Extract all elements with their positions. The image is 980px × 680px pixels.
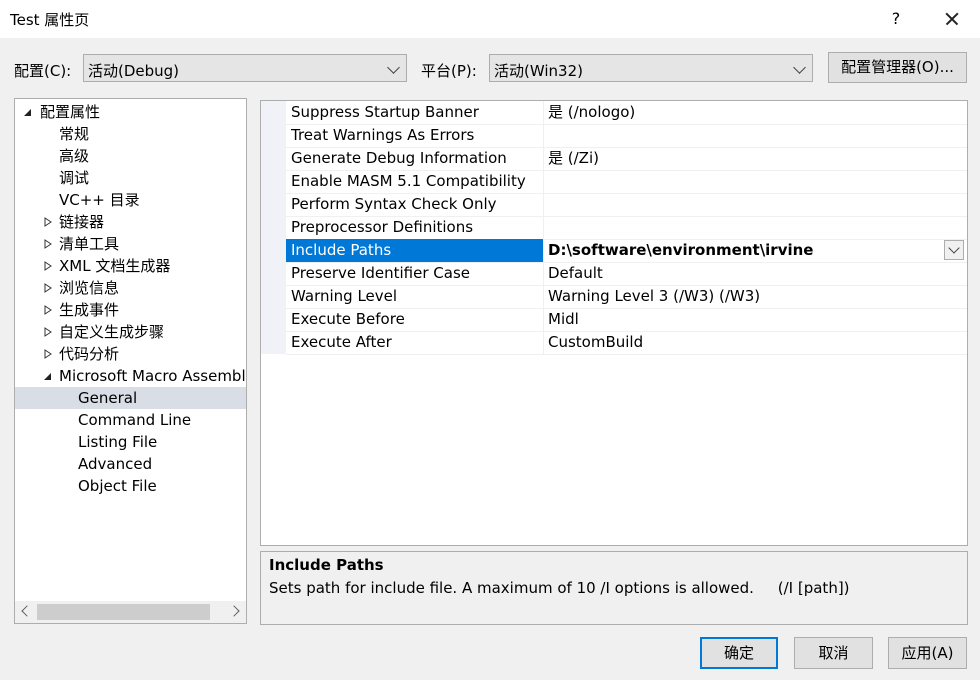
property-value[interactable]: 是 (/nologo) — [544, 101, 967, 124]
title-bar: Test 属性页 ? — [0, 0, 980, 38]
property-value[interactable]: 是 (/Zi) — [544, 147, 967, 170]
tree-item-advanced-cn[interactable]: 高级 — [59, 145, 89, 167]
property-row[interactable]: Suppress Startup Banner 是 (/nologo) — [286, 101, 967, 125]
description-panel: Include Paths Sets path for include file… — [260, 551, 968, 625]
property-name: Execute Before — [286, 308, 544, 331]
chevron-down-icon — [387, 61, 400, 74]
tree-item-label: 浏览信息 — [59, 279, 120, 297]
tree-item-vc-directories[interactable]: VC++ 目录 — [59, 189, 140, 211]
config-manager-button[interactable]: 配置管理器(O)... — [828, 52, 967, 83]
property-value[interactable]: CustomBuild — [544, 331, 967, 354]
property-name: Preprocessor Definitions — [286, 216, 544, 239]
config-label: 配置(C): — [14, 62, 72, 80]
tree-item-label: 生成事件 — [59, 301, 120, 319]
property-name: Enable MASM 5.1 Compatibility — [286, 170, 544, 193]
tree-item-label: General — [78, 389, 138, 407]
window-title: Test 属性页 — [10, 11, 90, 29]
property-row[interactable]: Execute After CustomBuild — [286, 331, 967, 355]
tree-item-xml-doc[interactable]: XML 文档生成器 — [15, 255, 246, 277]
property-name: Warning Level — [286, 285, 544, 308]
tree-item-masm[interactable]: Microsoft Macro Assembler — [15, 365, 246, 387]
description-text: Sets path for include file. A maximum of… — [269, 579, 850, 597]
property-row[interactable]: Enable MASM 5.1 Compatibility — [286, 170, 967, 194]
tree-item-browse-info[interactable]: 浏览信息 — [15, 277, 246, 299]
expanded-arrow-icon — [24, 109, 31, 116]
ok-button[interactable]: 确定 — [700, 637, 778, 669]
tree-item-linker[interactable]: 链接器 — [15, 211, 246, 233]
chevron-down-icon — [793, 61, 806, 74]
property-name: Execute After — [286, 331, 544, 354]
tree-item-label: 代码分析 — [59, 345, 120, 363]
collapsed-arrow-icon — [44, 327, 52, 337]
property-name: Generate Debug Information — [286, 147, 544, 170]
collapsed-arrow-icon — [44, 349, 52, 359]
platform-dropdown[interactable]: 活动(Win32) — [489, 54, 813, 82]
config-value: 活动(Debug) — [88, 62, 180, 80]
property-row[interactable]: Warning Level Warning Level 3 (/W3) (/W3) — [286, 285, 967, 309]
horizontal-scrollbar[interactable] — [15, 601, 246, 623]
property-value[interactable]: Warning Level 3 (/W3) (/W3) — [544, 285, 967, 308]
property-row[interactable]: Preserve Identifier Case Default — [286, 262, 967, 286]
collapsed-arrow-icon — [44, 305, 52, 315]
chevron-down-icon — [948, 242, 960, 254]
property-name: Include Paths — [286, 239, 544, 262]
tree-item-code-analysis[interactable]: 代码分析 — [15, 343, 246, 365]
close-icon[interactable] — [938, 5, 966, 33]
property-row[interactable]: Include Paths D:\software\environment\irv… — [286, 239, 967, 263]
property-value[interactable]: Default — [544, 262, 967, 285]
config-dropdown[interactable]: 活动(Debug) — [83, 54, 407, 82]
tree-item-command-line[interactable]: Command Line — [78, 409, 191, 431]
tree-root-label: 配置属性 — [40, 103, 101, 121]
collapsed-arrow-icon — [44, 283, 52, 293]
property-value[interactable] — [544, 170, 967, 193]
property-row[interactable]: Preprocessor Definitions — [286, 216, 967, 240]
property-name: Treat Warnings As Errors — [286, 124, 544, 147]
property-value[interactable]: D:\software\environment\irvine — [544, 239, 967, 262]
property-value[interactable] — [544, 193, 967, 216]
tree-item-advanced[interactable]: Advanced — [78, 453, 152, 475]
property-name: Preserve Identifier Case — [286, 262, 544, 285]
tree-item-debugging[interactable]: 调试 — [59, 167, 89, 189]
property-row[interactable]: Generate Debug Information 是 (/Zi) — [286, 147, 967, 171]
tree-item-label: 链接器 — [59, 213, 105, 231]
tree-item-label: XML 文档生成器 — [59, 257, 171, 275]
tree-item-manifest-tool[interactable]: 清单工具 — [15, 233, 246, 255]
expanded-arrow-icon — [44, 373, 51, 380]
apply-button[interactable]: 应用(A) — [888, 637, 967, 669]
property-value[interactable] — [544, 216, 967, 239]
tree-item-label: 自定义生成步骤 — [59, 323, 165, 341]
platform-label: 平台(P): — [421, 62, 477, 80]
property-row[interactable]: Perform Syntax Check Only — [286, 193, 967, 217]
property-grid: Suppress Startup Banner 是 (/nologo) Treat … — [260, 100, 968, 546]
scroll-right-icon[interactable] — [228, 605, 240, 617]
help-button[interactable]: ? — [884, 7, 908, 31]
value-dropdown-button[interactable] — [944, 240, 964, 260]
property-name: Suppress Startup Banner — [286, 101, 544, 124]
tree-item-label: 清单工具 — [59, 235, 120, 253]
tree-item-object-file[interactable]: Object File — [78, 475, 157, 497]
property-name: Perform Syntax Check Only — [286, 193, 544, 216]
property-value[interactable] — [544, 124, 967, 147]
collapsed-arrow-icon — [44, 217, 52, 227]
property-tree: 配置属性 常规 高级 调试 VC++ 目录 链接器 清单工具 XML 文档生成器… — [14, 98, 247, 624]
property-row[interactable]: Execute Before Midl — [286, 308, 967, 332]
tree-item-masm-general[interactable]: General — [15, 387, 246, 409]
grid-gutter — [261, 101, 286, 354]
scroll-left-icon[interactable] — [21, 605, 33, 617]
tree-item-listing-file[interactable]: Listing File — [78, 431, 157, 453]
property-value[interactable]: Midl — [544, 308, 967, 331]
scroll-thumb[interactable] — [37, 604, 210, 620]
platform-value: 活动(Win32) — [494, 62, 583, 80]
tree-item-custom-build-step[interactable]: 自定义生成步骤 — [15, 321, 246, 343]
tree-item-general-cn[interactable]: 常规 — [59, 123, 89, 145]
tree-item-build-events[interactable]: 生成事件 — [15, 299, 246, 321]
tree-root[interactable]: 配置属性 — [15, 101, 246, 123]
tree-item-label: Microsoft Macro Assembler — [59, 367, 247, 385]
property-row[interactable]: Treat Warnings As Errors — [286, 124, 967, 148]
collapsed-arrow-icon — [44, 239, 52, 249]
cancel-button[interactable]: 取消 — [794, 637, 873, 669]
collapsed-arrow-icon — [44, 261, 52, 271]
description-title: Include Paths — [269, 556, 384, 574]
